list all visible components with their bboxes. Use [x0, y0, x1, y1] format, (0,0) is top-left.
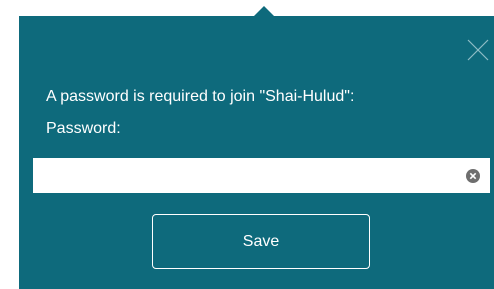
- password-prompt-text: A password is required to join "Shai-Hul…: [46, 88, 355, 105]
- clear-input-button[interactable]: [466, 169, 480, 183]
- password-input[interactable]: [33, 158, 453, 193]
- clear-input-icon: [466, 169, 480, 183]
- close-button[interactable]: [464, 36, 492, 64]
- password-dialog: A password is required to join "Shai-Hul…: [19, 16, 494, 289]
- password-label: Password:: [46, 120, 121, 137]
- close-icon: [467, 39, 489, 61]
- save-button[interactable]: Save: [152, 214, 370, 269]
- password-field[interactable]: [33, 158, 490, 193]
